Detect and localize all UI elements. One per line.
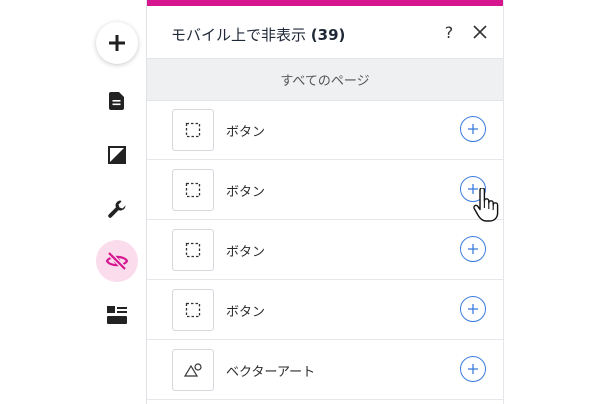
layout-icon: [107, 306, 127, 324]
element-thumbnail: [172, 169, 214, 211]
element-label: ボタン: [226, 245, 266, 260]
shapes-icon: [184, 363, 202, 377]
layout-button[interactable]: [96, 294, 138, 336]
close-button[interactable]: [470, 22, 490, 42]
plus-icon: [468, 124, 478, 134]
plus-icon: [109, 35, 125, 51]
settings-tools-button[interactable]: [96, 188, 138, 230]
hidden-count: (39): [310, 26, 346, 44]
show-on-mobile-button[interactable]: [460, 356, 486, 382]
panel-title: モバイル上で非表示 (39): [171, 24, 345, 45]
show-on-mobile-button[interactable]: [460, 296, 486, 322]
element-label: ボタン: [226, 125, 266, 140]
show-on-mobile-button[interactable]: [460, 176, 486, 202]
dashed-box-icon: [185, 302, 201, 318]
element-thumbnail: [172, 229, 214, 271]
left-toolbar: [88, 0, 147, 404]
help-button[interactable]: ?: [439, 21, 459, 43]
list-item[interactable]: ベクターアート: [147, 340, 503, 400]
hidden-elements-list: ボタン ボタン ボタン ボタン ベクターアート: [147, 100, 503, 400]
list-item[interactable]: ボタン: [147, 160, 503, 220]
theme-icon: [108, 146, 126, 164]
show-on-mobile-button[interactable]: [460, 236, 486, 262]
close-icon: [473, 25, 487, 39]
panel-title-text: モバイル上で非表示: [171, 26, 307, 44]
add-element-button[interactable]: [96, 22, 138, 64]
page-filter-dropdown[interactable]: すべてのページ: [147, 58, 503, 101]
design-button[interactable]: [96, 134, 138, 176]
list-item[interactable]: ボタン: [147, 100, 503, 160]
page-icon: [109, 92, 124, 110]
editor-page: モバイル上で非表示 (39) ? すべてのページ ボタン ボタン ボタン ボタン…: [0, 0, 596, 404]
element-label: ベクターアート: [226, 365, 316, 380]
plus-icon: [468, 244, 478, 254]
element-thumbnail: [172, 289, 214, 331]
element-thumbnail: [172, 349, 214, 391]
dashed-box-icon: [185, 242, 201, 258]
list-item[interactable]: ボタン: [147, 280, 503, 340]
plus-icon: [468, 364, 478, 374]
element-label: ボタン: [226, 185, 266, 200]
mobile-hidden-panel: モバイル上で非表示 (39) ? すべてのページ ボタン ボタン ボタン ボタン…: [147, 0, 504, 404]
mobile-hidden-button[interactable]: [96, 240, 138, 282]
element-label: ボタン: [226, 305, 266, 320]
wrench-icon: [108, 200, 126, 218]
plus-icon: [468, 304, 478, 314]
plus-icon: [468, 184, 478, 194]
list-item[interactable]: ボタン: [147, 220, 503, 280]
dashed-box-icon: [185, 182, 201, 198]
show-on-mobile-button[interactable]: [460, 116, 486, 142]
dashed-box-icon: [185, 122, 201, 138]
element-thumbnail: [172, 109, 214, 151]
hidden-eye-icon: [105, 251, 129, 271]
pages-button[interactable]: [96, 80, 138, 122]
panel-header: モバイル上で非表示 (39) ?: [147, 6, 503, 58]
